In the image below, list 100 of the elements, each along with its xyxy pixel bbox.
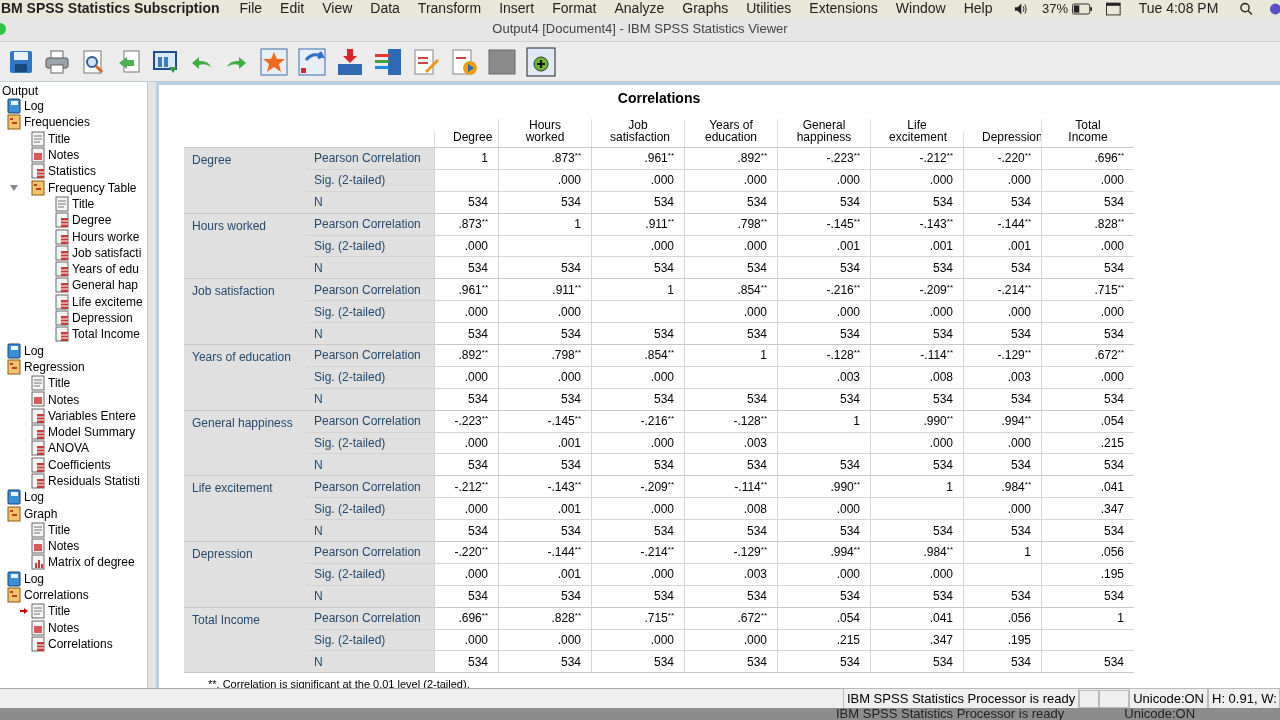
outline-item[interactable]: Notes	[48, 390, 80, 409]
outline-item[interactable]: Title	[72, 194, 95, 213]
outline-item[interactable]: Title	[48, 520, 71, 539]
edit-document-icon[interactable]	[412, 47, 440, 76]
menu-item[interactable]: Extensions	[809, 0, 878, 19]
round-icon[interactable]	[1269, 1, 1280, 16]
table-cell-text: 534	[467, 522, 488, 540]
table-cell-text: .696$^{**}$	[458, 610, 488, 628]
table-cell-text: -.216$^{**}$	[640, 413, 674, 431]
document-icon	[30, 603, 46, 620]
expand-icon[interactable]	[10, 183, 18, 192]
outline-item[interactable]: Regression	[24, 357, 85, 376]
magnifier-icon[interactable]	[80, 48, 106, 75]
menu-item[interactable]: Insert	[499, 0, 535, 19]
table-cell-text: 1	[853, 413, 860, 431]
outline-item[interactable]: Residuals Statisti	[48, 472, 141, 490]
dialog-icon[interactable]	[152, 48, 178, 75]
table-cell-text: .961$^{**}$	[458, 281, 488, 299]
table-cell-text: .000	[650, 500, 674, 518]
table-cell-text: 534	[1010, 456, 1031, 474]
table-cell-text: 534	[839, 391, 860, 409]
outline-item[interactable]: Coefficients	[48, 455, 111, 474]
square-icon[interactable]	[488, 47, 516, 76]
outline-root[interactable]: Output	[0, 84, 147, 98]
menu-item[interactable]: Data	[370, 0, 400, 19]
outline-item[interactable]: Log	[24, 97, 45, 116]
clock[interactable]: Tue 4:08 PM	[1138, 0, 1219, 19]
outline-item[interactable]: Log	[24, 569, 45, 588]
table-cell-text: .003	[836, 369, 860, 387]
menu-item[interactable]: Format	[552, 0, 597, 19]
calendar-icon[interactable]	[1106, 1, 1121, 16]
battery-icon[interactable]	[1072, 2, 1093, 15]
table-cell-text: -.144$^{**}$	[547, 544, 581, 562]
table-cell-text: 534	[560, 259, 581, 277]
notes-icon	[30, 391, 46, 408]
outline-item[interactable]: Notes	[48, 618, 80, 637]
menu-item[interactable]: File	[239, 0, 263, 19]
outline-item[interactable]: Frequency Table	[48, 178, 137, 197]
volume-icon[interactable]	[1014, 1, 1029, 16]
outline-item[interactable]: ANOVA	[48, 439, 90, 458]
table-icon	[30, 407, 46, 424]
outline-item[interactable]: Log	[24, 488, 45, 507]
outline-item[interactable]: Matrix of degree	[48, 553, 135, 572]
outline-item[interactable]: Job satisfacti	[72, 243, 142, 262]
outline-item[interactable]: Notes	[48, 537, 80, 556]
table-cell-text: .000	[464, 369, 488, 387]
outline-item[interactable]: Notes	[48, 146, 80, 165]
outline-item[interactable]: Title	[48, 129, 71, 148]
search-icon[interactable]	[1240, 1, 1254, 16]
bars-icon[interactable]	[374, 47, 402, 76]
menu-item[interactable]: Analyze	[614, 0, 665, 19]
outline-item[interactable]: Correlations	[24, 586, 89, 605]
insert-row-icon[interactable]	[336, 47, 364, 76]
table-cell-text: -.220$^{**}$	[454, 544, 488, 562]
menu-item[interactable]: Edit	[280, 0, 305, 19]
outline-item[interactable]: Degree	[72, 211, 112, 230]
table-cell-text: 534	[560, 522, 581, 540]
outline-item[interactable]: Graph	[24, 504, 58, 523]
table-cell-text: .994$^{**}$	[830, 544, 860, 562]
table-cell-text: .000	[557, 303, 581, 321]
table-cell-text: 1	[667, 281, 674, 299]
table-cell-text: 534	[746, 653, 767, 671]
menu-item[interactable]: Graphs	[682, 0, 729, 19]
table-cell-text: .056	[1100, 544, 1124, 562]
outline-item[interactable]: General hap	[72, 276, 139, 295]
table-cell-text: .854$^{**}$	[737, 281, 767, 299]
outline-item[interactable]: Hours worke	[72, 227, 140, 246]
statistic-label: N	[306, 323, 434, 344]
book-icon	[6, 98, 22, 115]
table-icon	[30, 424, 46, 441]
app-name[interactable]: IBM SPSS Statistics Subscription	[0, 0, 220, 19]
outline-item[interactable]: Correlations	[48, 634, 113, 653]
play-document-icon[interactable]	[450, 47, 478, 76]
folder-icon	[6, 505, 22, 522]
table-cell-text: .994$^{**}$	[1001, 413, 1031, 431]
table-cell-text: 534	[932, 522, 953, 540]
menu-item[interactable]: Window	[895, 0, 946, 19]
outline-item[interactable]: Years of edu	[72, 260, 139, 279]
menu-item[interactable]: View	[322, 0, 353, 19]
outline-item[interactable]: Life exciteme	[72, 292, 143, 311]
menu-item[interactable]: Utilities	[746, 0, 792, 19]
outline-item[interactable]: Statistics	[48, 162, 96, 181]
outline-item[interactable]: Depression	[72, 309, 133, 327]
outline-item[interactable]: Model Summary	[48, 423, 136, 442]
print-icon[interactable]	[44, 48, 70, 75]
table-cell-text: .000	[743, 632, 767, 650]
outline-item[interactable]: Variables Entere	[48, 406, 136, 425]
outline-item[interactable]: Total Income	[72, 325, 141, 344]
outline-item[interactable]: Title	[48, 602, 71, 621]
table-cell-text: -.114$^{**}$	[920, 347, 953, 365]
outline-item[interactable]: Log	[24, 341, 45, 360]
table-cell-text: 534	[839, 259, 860, 277]
save-icon[interactable]	[8, 48, 34, 75]
outline-item[interactable]: Title	[48, 374, 71, 393]
table-cell-text: 534	[1103, 522, 1124, 540]
menu-item[interactable]: Transform	[417, 0, 482, 19]
menu-item[interactable]: Help	[963, 0, 993, 19]
table-cell-text: .000	[1100, 303, 1124, 321]
outline-item[interactable]: Frequencies	[24, 113, 91, 132]
plus-icon[interactable]	[526, 46, 556, 77]
